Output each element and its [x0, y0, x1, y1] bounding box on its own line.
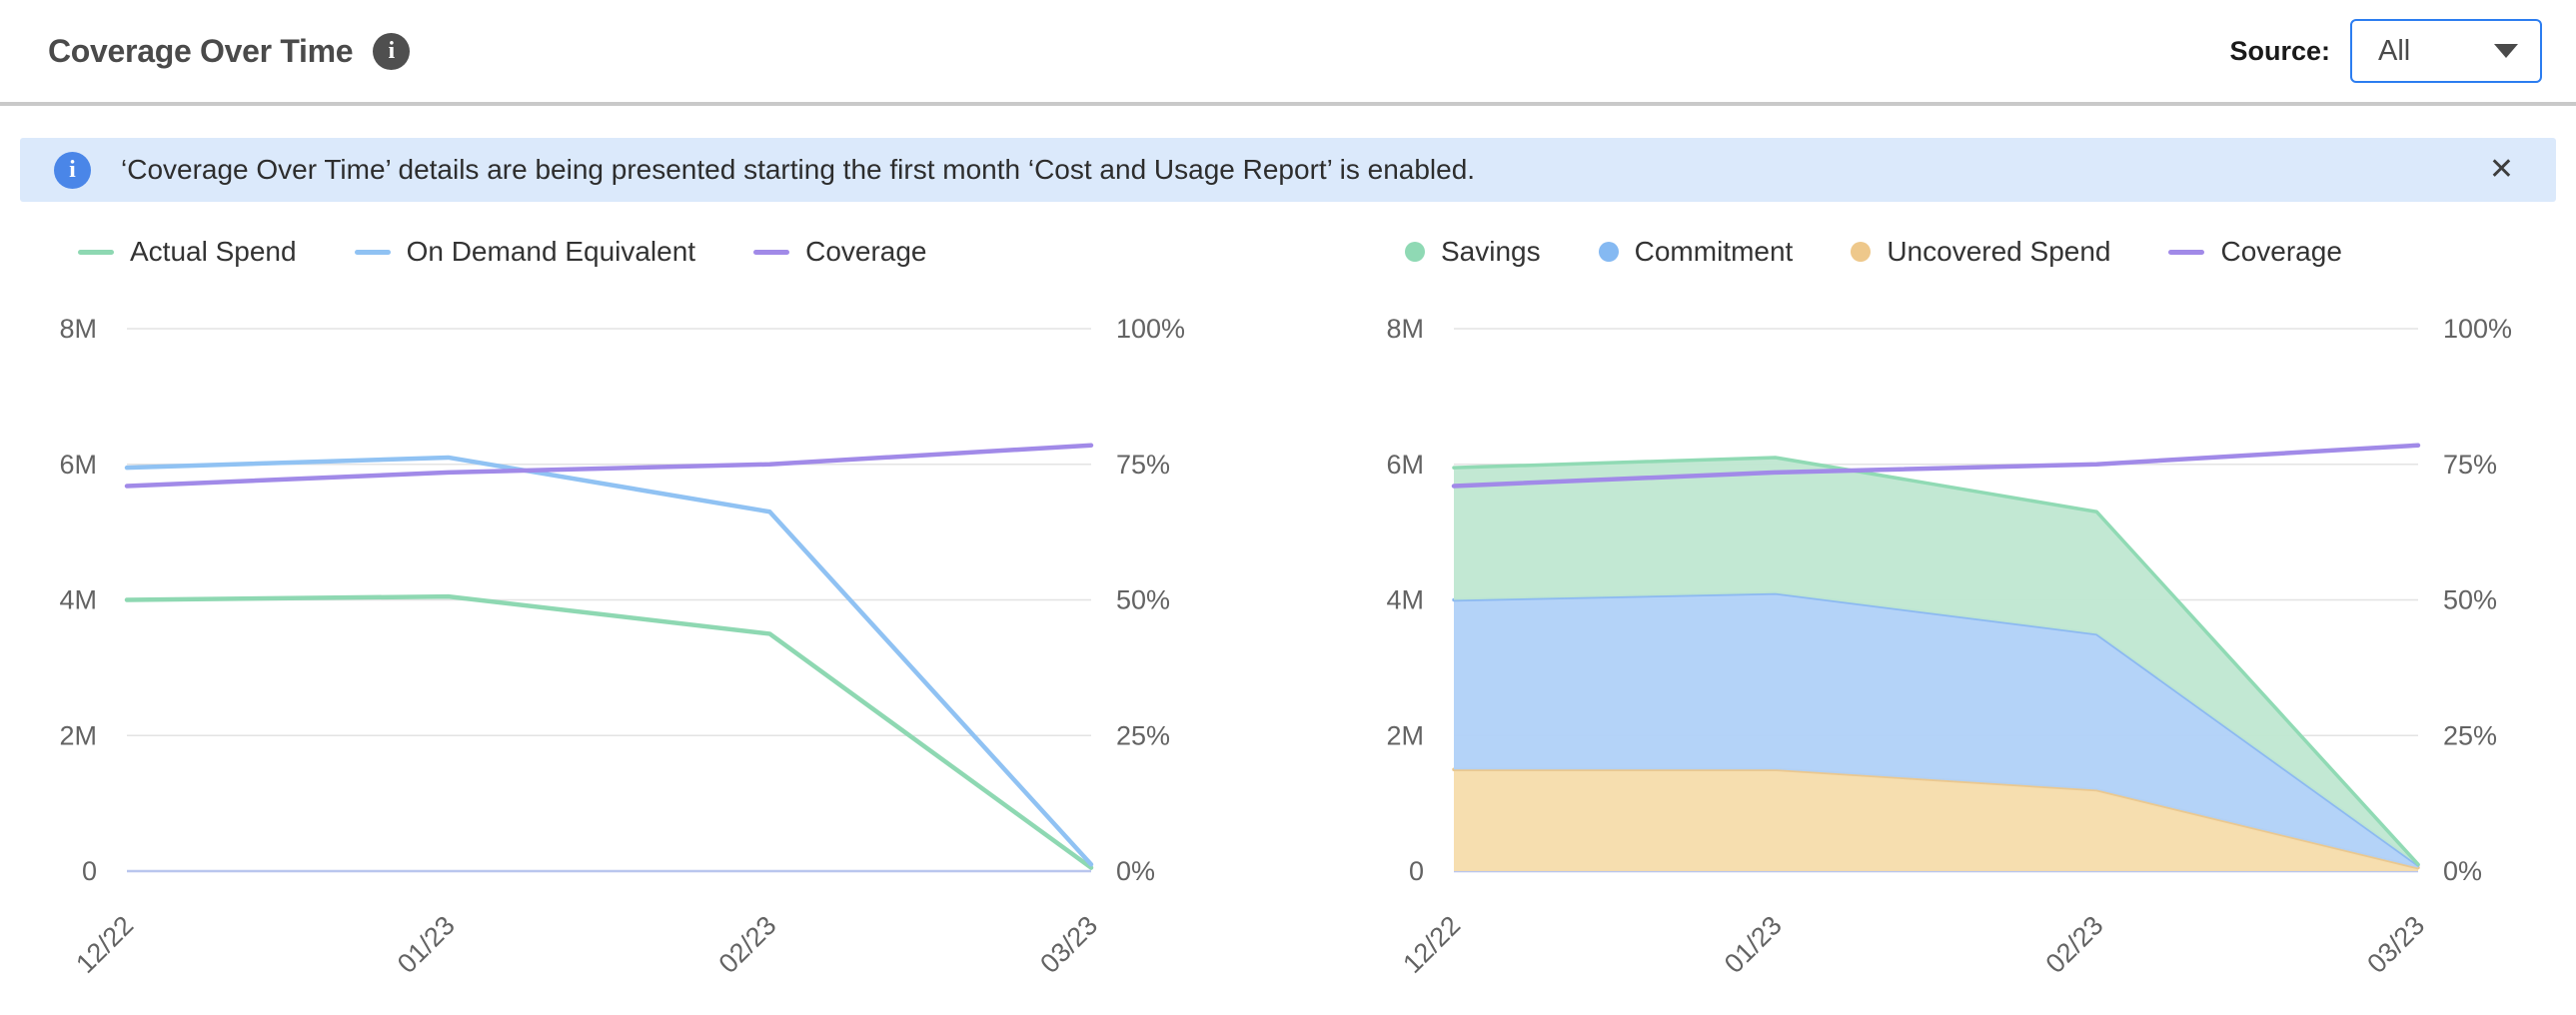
source-label: Source: [2229, 36, 2330, 67]
legend-label: Coverage [2220, 236, 2341, 268]
info-banner: i ‘Coverage Over Time’ details are being… [20, 138, 2556, 202]
area-chart-legend: Savings Commitment Uncovered Spend Coverage [1327, 230, 2576, 274]
close-icon[interactable]: ✕ [2485, 151, 2518, 189]
x-axis-tick: 12/22 [1397, 910, 1466, 979]
y-axis-tick-left: 6M [59, 450, 97, 480]
series-actual-spend[interactable] [127, 596, 1091, 868]
legend-label: On Demand Equivalent [407, 236, 696, 268]
savings-swatch-icon [1405, 242, 1425, 262]
x-axis-tick: 01/23 [1719, 910, 1788, 979]
y-axis-tick-right: 100% [2443, 314, 2512, 344]
x-axis-tick: 02/23 [713, 910, 782, 979]
y-axis-tick-right: 50% [1116, 585, 1170, 615]
series-coverage[interactable] [127, 446, 1091, 487]
y-axis-tick-left: 8M [59, 314, 97, 344]
x-axis-tick: 03/23 [1034, 910, 1103, 979]
x-axis-tick: 12/22 [70, 910, 139, 979]
y-axis-tick-right: 25% [1116, 720, 1170, 750]
x-axis-tick: 03/23 [2361, 910, 2430, 979]
y-axis-tick-right: 75% [1116, 450, 1170, 480]
banner-info-icon: i [54, 152, 91, 189]
actual-spend-swatch-icon [78, 250, 114, 255]
y-axis-tick-left: 0 [82, 856, 97, 886]
area-chart-panel: Savings Commitment Uncovered Spend Coverage… [1327, 230, 2576, 1015]
legend-item-on-demand-equivalent[interactable]: On Demand Equivalent [355, 236, 696, 268]
line-chart-panel: Actual Spend On Demand Equivalent Coverage… [0, 230, 1249, 1015]
legend-label: Uncovered Spend [1887, 236, 2110, 268]
legend-item-commitment[interactable]: Commitment [1599, 236, 1794, 268]
legend-label: Savings [1441, 236, 1541, 268]
coverage-area-chart[interactable]: 0 0% 2M 25% 4M 50% 6M 75% 8M 100% 12/22 01/23 02/23 0… [1327, 284, 2576, 1015]
charts-row: Actual Spend On Demand Equivalent Coverage… [0, 230, 2576, 1015]
y-axis-tick-right: 0% [2443, 856, 2482, 886]
y-axis-tick-right: 50% [2443, 585, 2497, 615]
line-chart-legend: Actual Spend On Demand Equivalent Coverage [0, 230, 1249, 274]
y-axis-tick-left: 6M [1386, 450, 1424, 480]
info-icon[interactable]: i [373, 33, 410, 70]
legend-item-uncovered-spend[interactable]: Uncovered Spend [1851, 236, 2110, 268]
legend-item-actual-spend[interactable]: Actual Spend [78, 236, 297, 268]
banner-message: ‘Coverage Over Time’ details are being p… [121, 154, 2485, 186]
y-axis-tick-left: 2M [59, 720, 97, 750]
legend-item-savings[interactable]: Savings [1405, 236, 1541, 268]
y-axis-tick-left: 0 [1409, 856, 1424, 886]
chevron-down-icon [2494, 44, 2518, 58]
on-demand-equivalent-swatch-icon [355, 250, 391, 255]
x-axis-tick: 02/23 [2040, 910, 2109, 979]
source-dropdown[interactable]: All [2350, 19, 2542, 83]
y-axis-tick-right: 25% [2443, 720, 2497, 750]
legend-label: Commitment [1635, 236, 1794, 268]
legend-item-coverage[interactable]: Coverage [2168, 236, 2341, 268]
legend-label: Actual Spend [130, 236, 297, 268]
source-dropdown-value: All [2378, 35, 2410, 68]
commitment-swatch-icon [1599, 242, 1619, 262]
header: Coverage Over Time i Source: All [0, 0, 2576, 102]
coverage-swatch-icon [2168, 250, 2204, 255]
header-divider [0, 102, 2576, 106]
y-axis-tick-right: 75% [2443, 450, 2497, 480]
coverage-line-chart[interactable]: 0 0% 2M 25% 4M 50% 6M 75% 8M 100% 12/22 01/23 02/23 0… [0, 284, 1249, 1015]
x-axis-tick: 01/23 [392, 910, 461, 979]
y-axis-tick-left: 8M [1386, 314, 1424, 344]
coverage-swatch-icon [753, 250, 789, 255]
legend-item-coverage[interactable]: Coverage [753, 236, 926, 268]
y-axis-tick-left: 2M [1386, 720, 1424, 750]
series-on-demand-equivalent[interactable] [127, 458, 1091, 864]
y-axis-tick-left: 4M [59, 585, 97, 615]
legend-label: Coverage [805, 236, 926, 268]
page-title: Coverage Over Time [48, 33, 353, 70]
uncovered-spend-swatch-icon [1851, 242, 1871, 262]
y-axis-tick-left: 4M [1386, 585, 1424, 615]
y-axis-tick-right: 0% [1116, 856, 1155, 886]
y-axis-tick-right: 100% [1116, 314, 1185, 344]
